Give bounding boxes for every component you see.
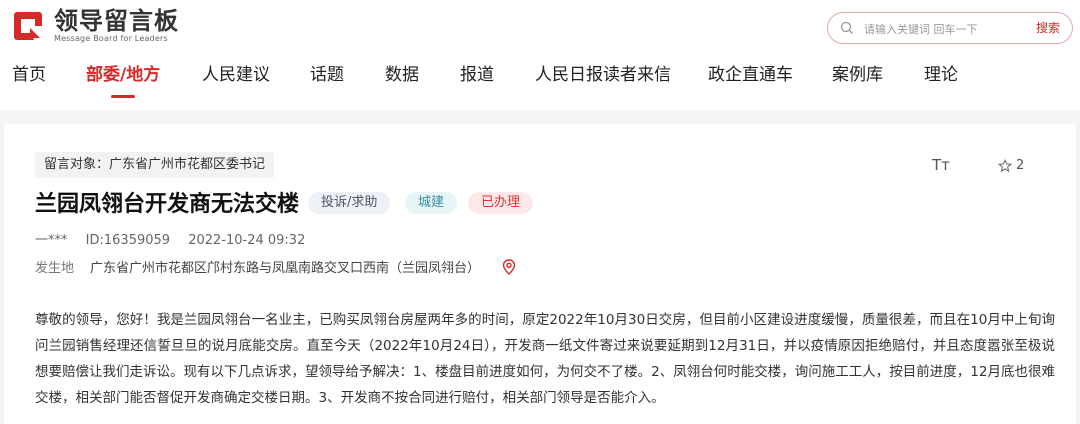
nav-item-topics[interactable]: 话题: [310, 62, 344, 88]
nav-item-reader-letters[interactable]: 人民日报读者来信: [535, 62, 671, 88]
main-nav: 首页 部委/地方 人民建议 话题 数据 报道 人民日报读者来信 政企直通车 案例…: [0, 62, 1080, 102]
location-label: 发生地: [35, 261, 75, 276]
nav-item-ministries-local[interactable]: 部委/地方: [86, 62, 161, 98]
site-logo[interactable]: 领导留言板 Message Board for Leaders: [12, 8, 179, 44]
location-row: 发生地 广东省广州市花都区邝村东路与凤凰南路交叉口西南（兰园凤翎台）: [35, 257, 516, 276]
nav-item-case-library[interactable]: 案例库: [832, 62, 883, 88]
message-meta: 一*** ID:16359059 2022-10-24 09:32: [35, 229, 319, 248]
message-title: 兰园凤翎台开发商无法交楼: [35, 192, 300, 217]
status-badge: 已办理: [468, 192, 534, 214]
star-icon: [998, 158, 1012, 172]
search-icon: [840, 21, 853, 34]
favorite-button[interactable]: 2: [998, 158, 1024, 173]
nav-item-gov-enterprise[interactable]: 政企直通车: [708, 62, 793, 88]
location-text: 广东省广州市花都区邝村东路与凤凰南路交叉口西南（兰园凤翎台）: [90, 261, 481, 276]
message-id: ID:16359059: [85, 233, 171, 248]
favorite-count: 2: [1016, 158, 1025, 173]
nav-item-label: 部委/地方: [86, 65, 161, 85]
search-button[interactable]: 搜索: [1036, 19, 1060, 36]
nav-item-home[interactable]: 首页: [12, 62, 46, 88]
search-box: 搜索: [827, 12, 1073, 44]
message-target: 留言对象：广东省广州市花都区委书记: [35, 152, 275, 178]
nav-item-data[interactable]: 数据: [385, 62, 419, 88]
location-pin-icon[interactable]: [502, 258, 516, 275]
tag-urban-construction[interactable]: 城建: [405, 192, 458, 214]
message-datetime: 2022-10-24 09:32: [188, 233, 306, 248]
message-body: 尊敬的领导，您好！我是兰园凤翎台一名业主，已购买凤翎台房屋两年多的时间，原定20…: [35, 312, 1055, 406]
logo-icon: [14, 12, 42, 40]
active-tab-indicator: [111, 95, 136, 98]
author-name: 一***: [35, 233, 68, 248]
top-bar: 领导留言板 Message Board for Leaders 搜索 首页 部委…: [0, 0, 1080, 110]
font-size-icon[interactable]: Tт: [932, 156, 950, 174]
logo-title: 领导留言板: [54, 7, 179, 35]
tag-complaint[interactable]: 投诉/求助: [308, 192, 391, 214]
message-card: 留言对象：广东省广州市花都区委书记 Tт 2 兰园凤翎台开发商无法交楼 投诉/求…: [4, 124, 1076, 424]
search-input[interactable]: [862, 17, 1016, 41]
nav-item-theory[interactable]: 理论: [924, 62, 958, 88]
nav-item-reports[interactable]: 报道: [460, 62, 494, 88]
logo-subtitle: Message Board for Leaders: [54, 34, 168, 43]
nav-item-suggestions[interactable]: 人民建议: [202, 62, 270, 88]
